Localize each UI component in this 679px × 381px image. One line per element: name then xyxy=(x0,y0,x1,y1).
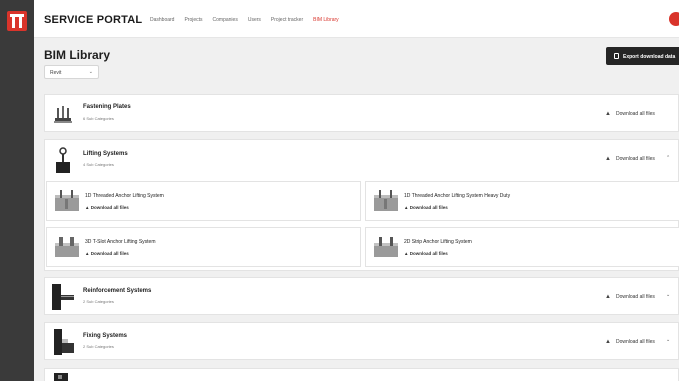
category-sub-count: 2 Sub Categories xyxy=(83,299,114,304)
category-fixing-systems[interactable]: Fixing Systems 2 Sub Categories ▲ Downloa… xyxy=(44,322,679,360)
download-all-files-link[interactable]: ▲ Download all files xyxy=(85,205,129,210)
top-header: SERVICE PORTAL Dashboard Projects Compan… xyxy=(34,0,679,38)
category-name: Fixing Systems xyxy=(83,333,128,339)
fixing-system-icon xyxy=(54,329,74,355)
fastening-plate-icon xyxy=(54,106,72,123)
download-all-files-link[interactable]: ▲ Download all files xyxy=(404,205,448,210)
reinforcement-system-icon xyxy=(52,284,74,310)
download-all-files-link[interactable]: ▲ Download all files xyxy=(605,339,655,345)
category-name: Fastening Plates xyxy=(83,104,131,110)
export-button-label: Export download data xyxy=(623,54,676,60)
category-thumbnail-icon xyxy=(54,373,68,381)
chevron-down-icon: ⌄ xyxy=(88,69,93,75)
download-all-files-link[interactable]: ▲ Download all files xyxy=(85,251,129,256)
category-sub-count: 6 Sub Categories xyxy=(83,116,114,121)
anchor-wall-thumbnail-icon xyxy=(55,190,79,211)
nav-users[interactable]: Users xyxy=(248,17,261,23)
category-lifting-systems[interactable]: Lifting Systems 4 Sub Categories ▲ Downlo… xyxy=(44,139,679,271)
chevron-up-icon[interactable]: ⌃ xyxy=(666,155,670,161)
t-slot-anchor-thumbnail-icon xyxy=(55,237,79,257)
category-fastening-plates[interactable]: Fastening Plates 6 Sub Categories ▲ Downl… xyxy=(44,94,679,132)
subcategory-name: 3D T-Slot Anchor Lifting System xyxy=(85,239,156,245)
download-all-files-link[interactable]: ▲ Download all files xyxy=(404,251,448,256)
subcategory-name: 1D Threaded Anchor Lifting System Heavy … xyxy=(404,193,511,199)
brand-title: SERVICE PORTAL xyxy=(44,14,143,26)
category-sub-count: 4 Sub Categories xyxy=(83,162,114,167)
nav-bim-library[interactable]: BIM Library xyxy=(313,17,339,23)
nav-project-tracker[interactable]: Project tracker xyxy=(271,17,303,23)
format-select-value: Revit xyxy=(50,70,62,76)
nav-companies[interactable]: Companies xyxy=(213,17,238,23)
anchor-wall-thumbnail-icon xyxy=(374,190,398,211)
subcategory-name: 1D Threaded Anchor Lifting System xyxy=(85,193,164,199)
main-nav: Dashboard Projects Companies Users Proje… xyxy=(150,17,349,23)
side-rail xyxy=(0,0,34,381)
download-icon: ▲ xyxy=(605,339,611,345)
company-logo-icon[interactable] xyxy=(7,11,27,31)
document-icon xyxy=(614,53,619,59)
subcategory-card[interactable]: 1D Threaded Anchor Lifting System Heavy … xyxy=(365,181,679,221)
category-name: Lifting Systems xyxy=(83,151,128,157)
subcategory-name: 2D Strip Anchor Lifting System xyxy=(404,239,472,245)
category-name: Reinforcement Systems xyxy=(83,288,152,294)
format-select[interactable]: Revit ⌄ xyxy=(44,65,99,79)
subcategory-card[interactable]: 2D Strip Anchor Lifting System ▲ Downloa… xyxy=(365,227,679,267)
download-all-files-link[interactable]: ▲ Download all files xyxy=(605,294,655,300)
category-partial[interactable] xyxy=(44,368,679,381)
subcategory-card[interactable]: 1D Threaded Anchor Lifting System ▲ Down… xyxy=(46,181,361,221)
download-icon: ▲ xyxy=(605,111,611,117)
category-reinforcement-systems[interactable]: Reinforcement Systems 2 Sub Categories ▲… xyxy=(44,277,679,315)
nav-projects[interactable]: Projects xyxy=(184,17,202,23)
subcategory-card[interactable]: 3D T-Slot Anchor Lifting System ▲ Downlo… xyxy=(46,227,361,267)
user-avatar[interactable] xyxy=(669,12,679,26)
category-sub-count: 2 Sub Categories xyxy=(83,344,114,349)
download-icon: ▲ xyxy=(605,294,611,300)
nav-dashboard[interactable]: Dashboard xyxy=(150,17,174,23)
download-all-files-link[interactable]: ▲ Download all files xyxy=(605,111,655,117)
export-download-data-button[interactable]: Export download data xyxy=(606,47,679,65)
chevron-down-icon[interactable]: ⌄ xyxy=(666,337,670,343)
strip-anchor-thumbnail-icon xyxy=(374,237,398,257)
lifting-system-icon xyxy=(56,147,70,173)
page-title: BIM Library xyxy=(44,48,111,62)
chevron-down-icon[interactable]: ⌄ xyxy=(666,292,670,298)
download-icon: ▲ xyxy=(605,156,611,162)
download-all-files-link[interactable]: ▲ Download all files xyxy=(605,156,655,162)
